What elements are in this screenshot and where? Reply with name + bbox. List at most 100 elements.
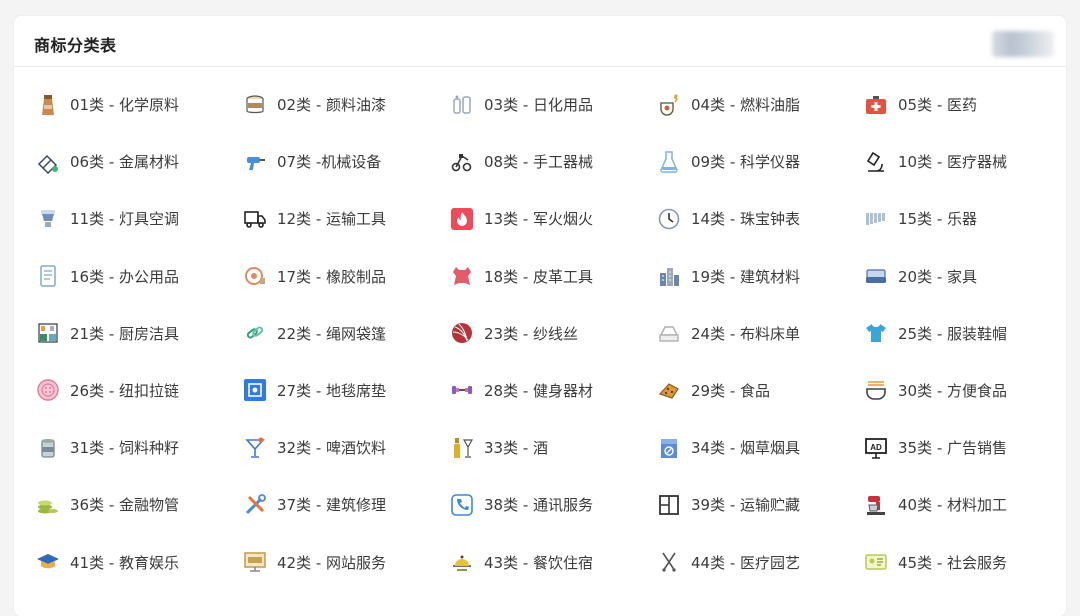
category-item[interactable]: 37类 - 建筑修理 [243, 476, 450, 533]
category-item[interactable]: 11类 - 灯具空调 [36, 190, 243, 247]
metal-bars-icon [36, 150, 60, 174]
category-item[interactable]: 44类 - 医疗园艺 [657, 534, 864, 591]
page-title: 商标分类表 [34, 36, 117, 55]
category-item[interactable]: 09类 - 科学仪器 [657, 133, 864, 190]
category-label: 33类 - 酒 [484, 439, 549, 458]
graduation-cap-icon [36, 550, 60, 574]
category-item[interactable]: 45类 - 社会服务 [864, 534, 1054, 591]
card-header: 商标分类表 [14, 16, 1066, 67]
category-item[interactable]: 30类 - 方便食品 [864, 362, 1054, 419]
category-item[interactable]: 25类 - 服装鞋帽 [864, 305, 1054, 362]
tape-roll-icon [243, 264, 267, 288]
category-item[interactable]: 36类 - 金融物管 [36, 476, 243, 533]
category-item[interactable]: 12类 - 运输工具 [243, 190, 450, 247]
category-item[interactable]: 34类 - 烟草烟具 [657, 419, 864, 476]
category-label: 26类 - 纽扣拉链 [70, 381, 180, 400]
monitor-icon [243, 550, 267, 574]
category-item[interactable]: 42类 - 网站服务 [243, 534, 450, 591]
category-item[interactable]: 33类 - 酒 [450, 419, 657, 476]
category-label: 18类 - 皮革工具 [484, 267, 594, 286]
category-item[interactable]: 07类 -机械设备 [243, 133, 450, 190]
food-platter-icon [450, 550, 474, 574]
xylophone-icon [864, 207, 888, 231]
category-item[interactable]: 17类 - 橡胶制品 [243, 248, 450, 305]
phone-icon [450, 493, 474, 517]
trademark-category-card: 商标分类表 01类 - 化学原料 02类 - 颜料油漆 03类 - 日化用品 04类 … [14, 16, 1066, 616]
noodle-bowl-icon [864, 378, 888, 402]
leather-hide-icon [450, 264, 474, 288]
category-label: 36类 - 金融物管 [70, 496, 180, 515]
category-item[interactable]: 43类 - 餐饮住宿 [450, 534, 657, 591]
category-item[interactable]: 05类 - 医药 [864, 76, 1054, 133]
category-label: 29类 - 食品 [691, 381, 771, 400]
category-label: 01类 - 化学原料 [70, 96, 180, 114]
category-label: 39类 - 运输贮藏 [691, 496, 801, 515]
lamp-icon [36, 207, 60, 231]
category-item[interactable]: 16类 - 办公用品 [36, 248, 243, 305]
category-item[interactable]: 15类 - 乐器 [864, 190, 1054, 247]
category-item[interactable]: 06类 - 金属材料 [36, 133, 243, 190]
category-item[interactable]: 13类 - 军火烟火 [450, 190, 657, 247]
chemical-bottle-icon [36, 93, 60, 117]
category-item[interactable]: 29类 - 食品 [657, 362, 864, 419]
cosmetics-icon [450, 93, 474, 117]
buildings-icon [657, 264, 681, 288]
category-label: 21类 - 厨房洁具 [70, 324, 180, 343]
oil-lamp-icon [657, 93, 681, 117]
category-label: 35类 - 广告销售 [898, 439, 1008, 458]
category-label: 12类 - 运输工具 [277, 210, 387, 229]
category-item[interactable]: 02类 - 颜料油漆 [243, 76, 450, 133]
category-label: 06类 - 金属材料 [70, 153, 180, 172]
category-label: 10类 - 医疗器械 [898, 153, 1008, 172]
category-item[interactable]: 14类 - 珠宝钟表 [657, 190, 864, 247]
chain-link-icon [243, 321, 267, 345]
tshirt-icon [864, 321, 888, 345]
category-item[interactable]: 10类 - 医疗器械 [864, 133, 1054, 190]
category-label: 37类 - 建筑修理 [277, 496, 387, 515]
category-item[interactable]: 38类 - 通讯服务 [450, 476, 657, 533]
category-item[interactable]: 32类 - 啤酒饮料 [243, 419, 450, 476]
category-item[interactable]: 23类 - 纱线丝 [450, 305, 657, 362]
category-item[interactable]: 27类 - 地毯席垫 [243, 362, 450, 419]
cookie-icon [657, 378, 681, 402]
category-item[interactable]: AD 35类 - 广告销售 [864, 419, 1054, 476]
category-label: 23类 - 纱线丝 [484, 324, 579, 343]
category-item[interactable]: 31类 - 饲料种籽 [36, 419, 243, 476]
yarn-ball-icon [450, 321, 474, 345]
document-icon [36, 264, 60, 288]
category-label: 44类 - 医疗园艺 [691, 553, 801, 572]
category-label: 32类 - 啤酒饮料 [277, 439, 387, 458]
mixer-icon [864, 493, 888, 517]
fire-icon [450, 207, 474, 231]
category-label: 16类 - 办公用品 [70, 267, 180, 286]
category-label: 04类 - 燃料油脂 [691, 96, 801, 114]
category-item[interactable]: 20类 - 家具 [864, 248, 1054, 305]
category-item[interactable]: 39类 - 运输贮藏 [657, 476, 864, 533]
category-item[interactable]: 26类 - 纽扣拉链 [36, 362, 243, 419]
wine-bottle-icon [450, 436, 474, 460]
category-item[interactable]: 21类 - 厨房洁具 [36, 305, 243, 362]
category-label: 45类 - 社会服务 [898, 553, 1008, 572]
category-item[interactable]: 04类 - 燃料油脂 [657, 76, 864, 133]
category-item[interactable]: 08类 - 手工器械 [450, 133, 657, 190]
category-item[interactable]: 03类 - 日化用品 [450, 76, 657, 133]
category-label: 28类 - 健身器材 [484, 381, 594, 400]
category-item[interactable]: 24类 - 布料床单 [657, 305, 864, 362]
category-item[interactable]: 22类 - 绳网袋篷 [243, 305, 450, 362]
clock-icon [657, 207, 681, 231]
category-item[interactable]: 28类 - 健身器材 [450, 362, 657, 419]
category-label: 17类 - 橡胶制品 [277, 267, 387, 286]
rug-icon [243, 378, 267, 402]
blurred-header-control[interactable] [992, 31, 1054, 57]
sofa-icon [864, 264, 888, 288]
category-item[interactable]: 41类 - 教育娱乐 [36, 534, 243, 591]
category-item[interactable]: 18类 - 皮革工具 [450, 248, 657, 305]
drill-icon [243, 150, 267, 174]
category-item[interactable]: 40类 - 材料加工 [864, 476, 1054, 533]
category-label: 24类 - 布料床单 [691, 324, 801, 343]
category-item[interactable]: 01类 - 化学原料 [36, 76, 243, 133]
id-card-icon [864, 550, 888, 574]
first-aid-kit-icon [864, 93, 888, 117]
category-item[interactable]: 19类 - 建筑材料 [657, 248, 864, 305]
category-label: 08类 - 手工器械 [484, 153, 594, 172]
